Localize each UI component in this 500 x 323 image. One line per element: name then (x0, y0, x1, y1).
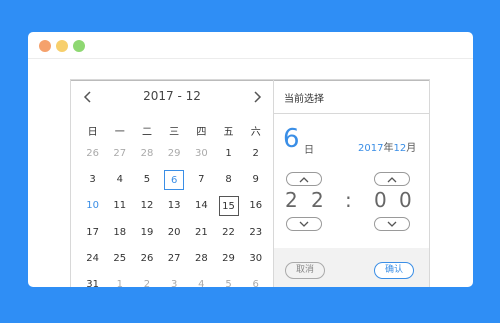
day-cell[interactable]: 30 (191, 144, 211, 164)
year-unit: 年 (383, 143, 394, 154)
date-time-picker: 2017 - 12 日一二三四五六 26 27 28 29 30 1 2 3 4 5 6 7 8 9 10 1… (70, 79, 430, 287)
day-cell-focused[interactable]: 15 (218, 196, 239, 217)
day-cell[interactable]: 18 (110, 223, 130, 243)
weekday-label: 四 (196, 127, 207, 138)
day-cell-selected[interactable]: 6 (164, 170, 185, 191)
title-bar (28, 32, 473, 59)
day-cell[interactable]: 21 (191, 223, 211, 243)
selection-header: 当前选择 (274, 80, 429, 114)
day-cell[interactable]: 27 (110, 144, 130, 164)
minimize-dot-icon[interactable] (56, 40, 68, 52)
day-cell[interactable]: 26 (83, 144, 103, 164)
chevron-down-icon (299, 221, 309, 227)
day-cell[interactable]: 26 (137, 249, 157, 269)
day-cell[interactable]: 2 (137, 275, 157, 287)
selected-month: 12 (393, 143, 407, 154)
minute-down-button[interactable] (374, 217, 410, 231)
day-cell[interactable]: 17 (83, 223, 103, 243)
day-cell[interactable]: 7 (191, 170, 211, 190)
minute-tens-digit: 0 (374, 188, 387, 212)
app-window: 2017 - 12 日一二三四五六 26 27 28 29 30 1 2 3 4 5 6 7 8 9 10 1… (28, 32, 473, 287)
day-cell[interactable]: 5 (137, 170, 157, 190)
weekday-label: 三 (169, 127, 180, 138)
day-cell[interactable]: 11 (110, 196, 130, 216)
day-cell[interactable]: 27 (164, 249, 184, 269)
weekday-row: 日一二三四五六 (79, 123, 269, 138)
month-unit: 月 (406, 143, 417, 154)
minute-ones-digit: 0 (399, 188, 412, 212)
day-cell[interactable]: 28 (191, 249, 211, 269)
weekday-label: 五 (223, 127, 234, 138)
maximize-dot-icon[interactable] (73, 40, 85, 52)
action-bar: 取消 确认 (274, 248, 429, 287)
selection-title: 当前选择 (284, 94, 324, 105)
day-cell[interactable]: 23 (246, 223, 266, 243)
day-cell[interactable]: 30 (246, 249, 266, 269)
chevron-left-icon[interactable] (81, 90, 95, 104)
confirm-button[interactable]: 确认 (374, 262, 414, 279)
day-cell[interactable]: 10 (83, 196, 103, 216)
day-cell[interactable]: 31 (83, 275, 103, 287)
minute-up-button[interactable] (374, 172, 410, 186)
day-cell[interactable]: 3 (83, 170, 103, 190)
day-grid: 26 27 28 29 30 1 2 3 4 5 6 7 8 9 10 11 12 13 14 15 16 17 18 19 2… (79, 144, 269, 287)
close-dot-icon[interactable] (39, 40, 51, 52)
day-cell[interactable]: 28 (137, 144, 157, 164)
day-cell[interactable]: 25 (110, 249, 130, 269)
chevron-right-icon[interactable] (250, 90, 264, 104)
day-cell[interactable]: 8 (219, 170, 239, 190)
calendar-header: 2017 - 12 (71, 80, 273, 114)
time-separator: : (345, 188, 352, 212)
hour-tens-digit: 2 (285, 188, 298, 212)
day-cell[interactable]: 24 (83, 249, 103, 269)
day-cell[interactable]: 16 (246, 196, 266, 216)
hour-down-button[interactable] (286, 217, 322, 231)
day-cell[interactable]: 19 (137, 223, 157, 243)
selected-year: 2017 (358, 143, 384, 154)
weekday-label: 日 (87, 127, 98, 138)
selected-day-suffix: 日 (304, 145, 314, 156)
day-cell[interactable]: 20 (164, 223, 184, 243)
day-cell[interactable]: 2 (246, 144, 266, 164)
weekday-label: 一 (114, 127, 125, 138)
day-cell[interactable]: 5 (219, 275, 239, 287)
chevron-up-icon (387, 177, 397, 183)
weekday-label: 二 (141, 127, 152, 138)
chevron-down-icon (387, 221, 397, 227)
day-cell[interactable]: 6 (246, 275, 266, 287)
chevron-up-icon (299, 177, 309, 183)
calendar-panel: 2017 - 12 日一二三四五六 26 27 28 29 30 1 2 3 4 5 6 7 8 9 10 1… (71, 80, 274, 287)
selection-panel: 当前选择 6 日 2017年12月 2 2 : 0 0 取消 确认 (274, 80, 429, 287)
selected-day: 6 (283, 124, 300, 154)
hour-up-button[interactable] (286, 172, 322, 186)
day-cell[interactable]: 13 (164, 196, 184, 216)
day-cell[interactable]: 29 (164, 144, 184, 164)
day-cell[interactable]: 1 (110, 275, 130, 287)
day-cell[interactable]: 1 (219, 144, 239, 164)
day-cell[interactable]: 12 (137, 196, 157, 216)
weekday-label: 六 (250, 127, 261, 138)
day-cell[interactable]: 4 (110, 170, 130, 190)
day-cell[interactable]: 22 (219, 223, 239, 243)
day-cell[interactable]: 14 (191, 196, 211, 216)
day-cell[interactable]: 4 (191, 275, 211, 287)
day-cell[interactable]: 9 (246, 170, 266, 190)
hour-ones-digit: 2 (311, 188, 324, 212)
day-cell[interactable]: 29 (219, 249, 239, 269)
day-cell[interactable]: 3 (164, 275, 184, 287)
month-title: 2017 - 12 (143, 89, 201, 103)
cancel-button[interactable]: 取消 (285, 262, 325, 279)
selected-year-month: 2017年12月 (358, 139, 416, 154)
